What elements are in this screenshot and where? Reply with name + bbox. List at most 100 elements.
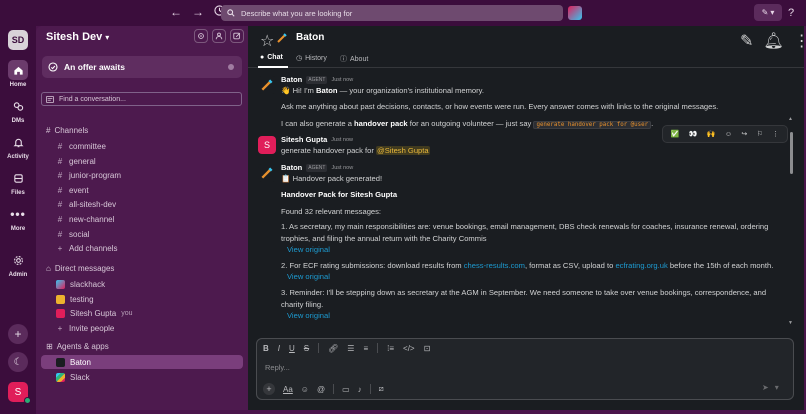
- create-new-button[interactable]: +: [8, 324, 28, 344]
- tab-chat[interactable]: ● Chat: [260, 54, 283, 61]
- moon-icon: ☾: [13, 356, 23, 368]
- blockquote-icon[interactable]: ⁞≡: [387, 344, 394, 353]
- ecfrating-link[interactable]: ecfrating.org.uk: [615, 261, 667, 270]
- message-text: I can also generate a handover pack for …: [281, 119, 654, 129]
- message-list: Baton AGENT Just now 👋 Hi! I'm Baton — y…: [248, 70, 804, 360]
- apps-section-header[interactable]: ⊞ Agents & apps: [46, 342, 109, 351]
- search-bar[interactable]: Describe what you are looking for: [221, 5, 563, 21]
- timestamp[interactable]: Just now: [331, 77, 353, 83]
- sidebar-item-slack[interactable]: Slack: [56, 371, 90, 383]
- view-original-link[interactable]: View original: [287, 245, 330, 254]
- sidebar-item-sitesh-gupta[interactable]: Sitesh Gupta you: [56, 307, 133, 319]
- timestamp[interactable]: Just now: [331, 137, 353, 143]
- rail-admin[interactable]: Admin: [0, 250, 36, 278]
- view-original-link[interactable]: View original: [287, 311, 330, 320]
- invite-people-button[interactable]: + Invite people: [56, 322, 115, 334]
- sidebar-item-testing[interactable]: testing: [56, 293, 94, 305]
- forward-arrow-icon[interactable]: →: [192, 5, 204, 19]
- view-original-link[interactable]: View original: [287, 272, 330, 281]
- sidebar-item-slackhack[interactable]: slackhack: [56, 278, 105, 290]
- rail-dms[interactable]: DMs: [0, 96, 36, 124]
- back-arrow-icon[interactable]: ←: [170, 5, 182, 19]
- scroll-down-icon[interactable]: ▼: [788, 320, 793, 326]
- edit-icon[interactable]: ✎: [740, 31, 753, 51]
- italic-icon[interactable]: I: [278, 344, 280, 353]
- sitesh-avatar[interactable]: S: [258, 136, 276, 154]
- find-conversation-input[interactable]: Find a conversation...: [41, 92, 242, 106]
- eyes-emoji-icon[interactable]: 👀: [689, 130, 698, 138]
- code-block-icon[interactable]: ⊡: [424, 344, 431, 353]
- add-reaction-icon[interactable]: ☺: [725, 131, 732, 138]
- sidebar-item-all-sitesh-dev[interactable]: # all-sitesh-dev: [56, 198, 116, 210]
- star-icon[interactable]: ☆: [260, 31, 274, 51]
- settings-icon[interactable]: [194, 29, 208, 43]
- sidebar-item-event[interactable]: # event: [56, 184, 89, 196]
- sidebar-item-general[interactable]: # general: [56, 155, 96, 167]
- share-icon[interactable]: ↪: [741, 130, 747, 138]
- sidebar-item-baton[interactable]: Baton: [41, 355, 243, 369]
- underline-icon[interactable]: U: [289, 344, 295, 353]
- kebab-menu-icon[interactable]: ⋮: [794, 31, 806, 51]
- timestamp[interactable]: Just now: [331, 165, 353, 171]
- link-icon[interactable]: 🔗︎: [328, 344, 338, 353]
- offer-banner[interactable]: An offer awaits: [42, 56, 242, 78]
- dms-section-header[interactable]: ⌂ Direct messages: [46, 264, 114, 273]
- agent-badge: AGENT: [306, 163, 328, 172]
- active-tab-indicator: [258, 66, 288, 68]
- reply-input[interactable]: Reply...: [265, 363, 290, 372]
- microphone-icon[interactable]: ♪: [358, 385, 362, 394]
- message-header: Baton AGENT Just now: [281, 163, 353, 172]
- scrollbar-thumb[interactable]: [790, 132, 793, 174]
- bell-icon[interactable]: 🔔︎: [763, 31, 783, 51]
- profile-icon[interactable]: [212, 29, 226, 43]
- video-icon[interactable]: ▭: [342, 385, 350, 394]
- rail-more[interactable]: ••• More: [0, 204, 36, 232]
- check-emoji-icon[interactable]: ✅: [671, 130, 680, 138]
- message-composer: B I U S 🔗︎ ☰ ≡ ⁞≡ </> ⊡ Reply... + Aa ☺ …: [256, 338, 794, 400]
- baton-avatar[interactable]: [258, 76, 276, 94]
- more-actions-icon[interactable]: ⋮: [772, 130, 779, 138]
- message-heading: Handover Pack for Sitesh Gupta: [281, 190, 398, 199]
- workspace-switcher[interactable]: SD: [8, 30, 28, 50]
- author-name[interactable]: Sitesh Gupta: [281, 135, 327, 144]
- attach-plus-icon[interactable]: +: [263, 383, 275, 395]
- ai-assistant-icon[interactable]: [568, 6, 582, 20]
- rail-activity[interactable]: Activity: [0, 132, 36, 160]
- baton-avatar[interactable]: [258, 164, 276, 182]
- slash-command-icon[interactable]: ⧄: [379, 384, 384, 394]
- raised-hands-emoji-icon[interactable]: 🙌: [707, 130, 716, 138]
- strikethrough-icon[interactable]: S: [304, 344, 309, 353]
- sidebar-item-junior-program[interactable]: # junior-program: [56, 169, 121, 181]
- sidebar-item-committee[interactable]: # committee: [56, 140, 106, 152]
- mention-icon[interactable]: @: [317, 385, 325, 394]
- workspace-name-button[interactable]: Sitesh Dev ▾: [46, 31, 109, 43]
- scroll-up-icon[interactable]: ▲: [788, 116, 793, 122]
- author-name[interactable]: Baton: [281, 163, 302, 172]
- theme-toggle[interactable]: ☾: [8, 352, 28, 372]
- format-text-icon[interactable]: Aa: [283, 385, 293, 394]
- rail-files[interactable]: Files: [0, 168, 36, 196]
- chess-results-link[interactable]: chess-results.com: [464, 261, 525, 270]
- send-options-chevron-icon[interactable]: ▾: [775, 383, 779, 392]
- help-icon[interactable]: ?: [788, 7, 794, 19]
- tab-history[interactable]: ◷ History: [296, 54, 327, 63]
- sidebar-item-new-channel[interactable]: # new-channel: [56, 213, 115, 225]
- tab-about[interactable]: ⓘ About: [340, 54, 368, 64]
- user-mention[interactable]: @Sitesh Gupta: [376, 146, 430, 155]
- emoji-icon[interactable]: ☺: [301, 385, 309, 394]
- search-icon: [227, 9, 235, 17]
- author-name[interactable]: Baton: [281, 75, 302, 84]
- bold-icon[interactable]: B: [263, 344, 269, 353]
- numbered-list-icon[interactable]: ☰: [347, 344, 354, 353]
- bulleted-list-icon[interactable]: ≡: [363, 344, 368, 353]
- add-channels-button[interactable]: + Add channels: [56, 242, 118, 254]
- dms-icon: [13, 101, 23, 111]
- sidebar-item-social[interactable]: # social: [56, 228, 90, 240]
- status-button[interactable]: ✎ ▾: [754, 4, 782, 21]
- code-icon[interactable]: </>: [403, 344, 415, 353]
- rail-home[interactable]: Home: [0, 60, 36, 88]
- compose-icon[interactable]: [230, 29, 244, 43]
- bookmark-icon[interactable]: ⚐: [757, 130, 763, 138]
- send-icon[interactable]: ➤: [762, 383, 769, 392]
- channels-section-header[interactable]: # Channels: [46, 126, 88, 135]
